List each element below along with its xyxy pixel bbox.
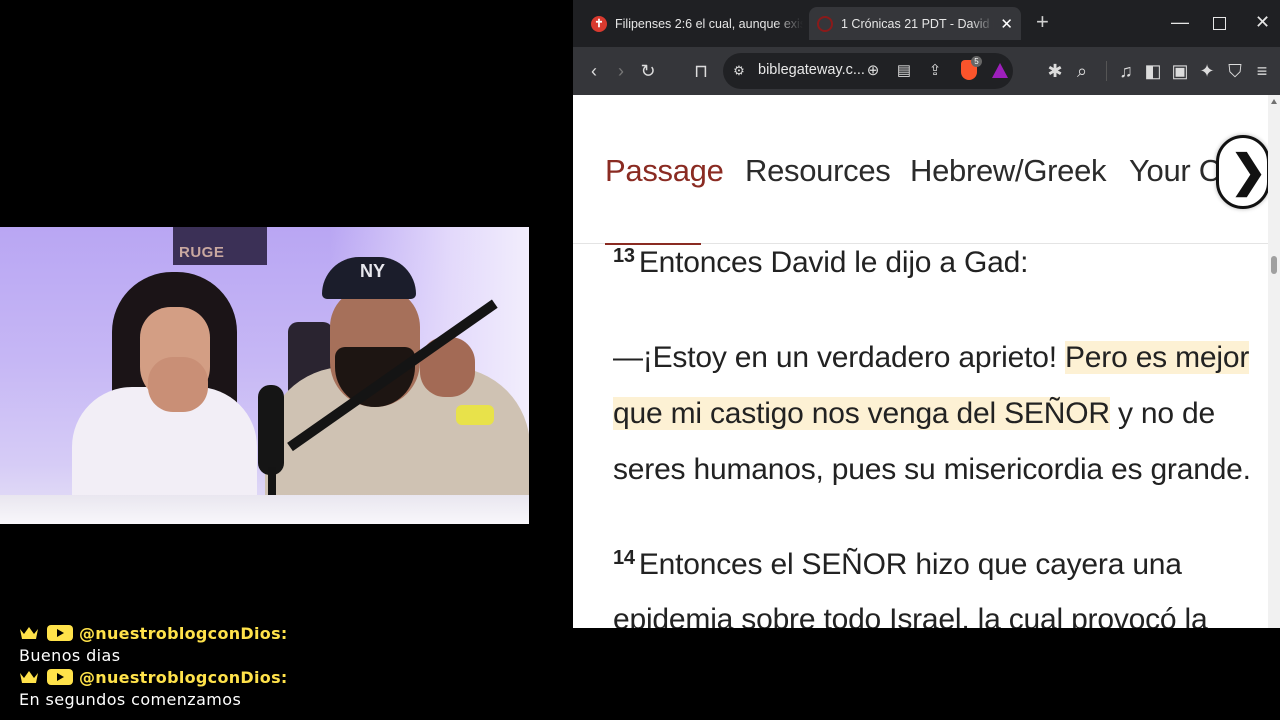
biblegateway-icon (817, 15, 833, 32)
tab-resources[interactable]: Resources (745, 153, 891, 189)
verse-text: Entonces el SEÑOR hizo que cayera una (638, 548, 1182, 581)
tab-filipenses[interactable]: ✝ Filipenses 2:6 el cual, aunque existía… (583, 7, 803, 40)
page-scrollbar[interactable] (1268, 95, 1280, 628)
share-icon[interactable]: ⇪ (923, 59, 947, 83)
menu-icon[interactable]: ≡ (1250, 59, 1274, 83)
verse-13-quote-line3: seres humanos, pues su misericordia es g… (613, 453, 1251, 487)
chat-username: @nuestroblogconDios: (79, 623, 288, 643)
site-settings-icon[interactable]: ⚙ (727, 59, 751, 83)
woman-hand (148, 357, 208, 412)
webcam-video: RUGE NY (0, 227, 529, 524)
tab-strip: ✝ Filipenses 2:6 el cual, aunque existía… (573, 0, 1280, 47)
url-text: biblegateway.c... (758, 62, 865, 78)
chevron-right-icon: ❯ (1230, 147, 1267, 196)
forward-icon[interactable]: › (609, 59, 633, 83)
address-bar[interactable]: ⚙ biblegateway.c... ⊕ ▤ ⇪ 5 (723, 53, 1013, 89)
brave-rewards-icon[interactable] (992, 63, 1008, 78)
leo-ai-icon[interactable]: ✦ (1195, 59, 1219, 83)
live-chat-overlay: @nuestroblogconDios: Buenos dias @nuestr… (19, 622, 519, 710)
bookmark-icon[interactable]: ⊓ (689, 59, 713, 83)
maximize-button[interactable] (1213, 17, 1226, 30)
web-page-content: Passage Resources Hebrew/Greek Your Co ❯… (573, 95, 1280, 628)
new-tab-button[interactable]: + (1036, 11, 1049, 33)
chat-author-line: @nuestroblogconDios: (19, 666, 519, 688)
verse-14: 14 Entonces el SEÑOR hizo que cayera una (613, 547, 1182, 582)
browser-toolbar: ‹ › ↻ ⊓ ⚙ biblegateway.c... ⊕ ▤ ⇪ 5 ✱ ⌕ … (573, 47, 1280, 95)
highlighted-text[interactable]: Pero es mejor (1064, 341, 1249, 374)
chat-message-line: En segundos comenzamos (19, 688, 519, 710)
youtube-icon (47, 669, 73, 685)
wall-poster: RUGE (173, 227, 267, 265)
chat-message: En segundos comenzamos (19, 689, 242, 709)
extensions-icon[interactable]: ✱ (1043, 59, 1067, 83)
media-icon[interactable]: ♫ (1114, 59, 1138, 83)
verse-number: 14 (613, 547, 635, 569)
verse-14-line2: epidemia sobre todo Israel, la cual prov… (613, 603, 1208, 628)
stream-stage: RUGE NY @nuestroblogconDios: Buenos dias (0, 0, 1280, 720)
verse-text: y no de (1109, 397, 1215, 430)
verse-13-quote-line1: —¡Estoy en un verdadero aprieto! Pero es… (613, 341, 1249, 375)
verse-text: —¡Estoy en un verdadero aprieto! (613, 341, 1065, 374)
scrollbar-thumb[interactable] (1271, 256, 1277, 274)
verse-number: 13 (613, 245, 635, 267)
verse-text: epidemia sobre todo Israel, la cual prov… (613, 603, 1208, 628)
highlighted-text[interactable]: que mi castigo nos venga del SEÑOR (613, 397, 1110, 430)
chat-author-line: @nuestroblogconDios: (19, 622, 519, 644)
verse-13-quote-line2: que mi castigo nos venga del SEÑOR y no … (613, 397, 1215, 431)
wallet-icon[interactable]: ▣ (1168, 59, 1192, 83)
poster-text: RUGE (179, 244, 225, 261)
reload-icon[interactable]: ↻ (636, 59, 660, 83)
browser-window: ✝ Filipenses 2:6 el cual, aunque existía… (573, 0, 1280, 628)
desk (0, 495, 529, 524)
tab-cronicas[interactable]: 1 Crónicas 21 PDT - David peca a ✕ (809, 7, 1021, 40)
scroll-up-arrow[interactable] (1271, 99, 1277, 104)
verse-text: seres humanos, pues su misericordia es g… (613, 453, 1251, 486)
tab-title: Filipenses 2:6 el cual, aunque existía c (615, 16, 803, 31)
crown-icon (20, 671, 38, 683)
zoom-icon[interactable]: ⊕ (861, 59, 885, 83)
chat-message: Buenos dias (19, 645, 121, 665)
next-tabs-button[interactable]: ❯ (1216, 135, 1270, 209)
close-window-button[interactable]: ✕ (1255, 12, 1270, 32)
tab-hebrew-greek[interactable]: Hebrew/Greek (910, 153, 1107, 189)
tab-passage[interactable]: Passage (605, 153, 724, 189)
close-tab-icon[interactable]: ✕ (1000, 15, 1013, 33)
verse-13: 13 Entonces David le dijo a Gad: (613, 245, 1028, 280)
chat-username: @nuestroblogconDios: (79, 667, 288, 687)
shields-count-badge: 5 (971, 56, 982, 67)
reader-mode-icon[interactable]: ▤ (892, 59, 916, 83)
vpn-shield-icon[interactable]: ⛉ (1223, 59, 1247, 83)
tab-title: 1 Crónicas 21 PDT - David peca a (841, 16, 994, 31)
crown-icon (20, 627, 38, 639)
sidebar-icon[interactable]: ◧ (1141, 59, 1165, 83)
wrist-watch (456, 405, 494, 425)
back-icon[interactable]: ‹ (582, 59, 606, 83)
search-page-icon[interactable]: ⌕ (1070, 59, 1094, 83)
cap-logo: NY (360, 261, 386, 281)
toolbar-divider (1106, 61, 1107, 81)
microphone (258, 385, 284, 475)
bible-cross-icon: ✝ (591, 15, 607, 32)
youtube-icon (47, 625, 73, 641)
chat-message-line: Buenos dias (19, 644, 519, 666)
verse-text: Entonces David le dijo a Gad: (638, 246, 1029, 279)
minimize-button[interactable]: — (1171, 12, 1189, 32)
